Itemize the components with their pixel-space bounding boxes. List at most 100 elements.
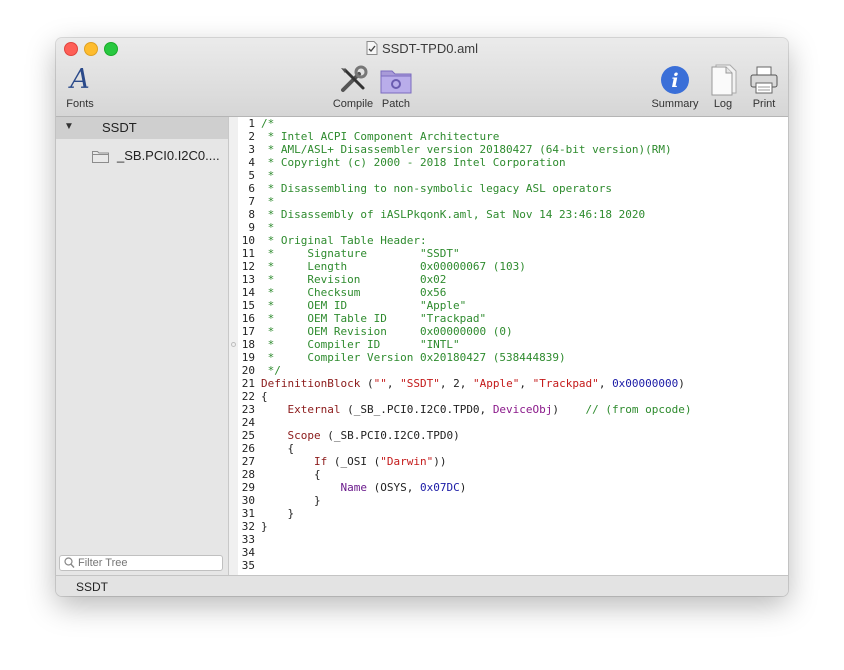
summary-label: Summary — [651, 98, 699, 110]
code-token: * Compiler ID "INTL" — [261, 338, 460, 351]
fonts-label: Fonts — [66, 98, 94, 110]
code-token: 0x00000000 — [612, 377, 679, 390]
line-text: * Compiler ID "INTL" — [255, 338, 460, 351]
line-number: 22 — [241, 390, 255, 403]
code-token: (_OSI ( — [327, 455, 381, 468]
code-line: 17 * OEM Revision 0x00000000 (0) — [238, 325, 692, 338]
line-text: { — [255, 468, 321, 481]
code-token: "" — [373, 377, 387, 390]
tools-icon — [328, 64, 378, 96]
disclosure-triangle-icon[interactable]: ▼ — [64, 121, 74, 132]
print-label: Print — [752, 98, 776, 110]
tree-item-scope[interactable]: _SB.PCI0.I2C0.... — [92, 148, 220, 166]
code-line: 3 * AML/ASL+ Disassembler version 201804… — [238, 143, 692, 156]
code-line: 12 * Length 0x00000067 (103) — [238, 260, 692, 273]
line-text: * OEM Table ID "Trackpad" — [255, 312, 487, 325]
code-token: External — [287, 403, 341, 416]
code-token: ) — [678, 377, 685, 390]
compile-button[interactable]: Compile — [328, 64, 378, 110]
code-token: * Signature "SSDT" — [261, 247, 460, 260]
line-number: 27 — [241, 455, 255, 468]
line-text — [255, 559, 261, 572]
code-token: */ — [261, 364, 281, 377]
filter-tree-input[interactable] — [78, 556, 218, 570]
line-number: 2 — [248, 130, 255, 143]
code-token: * Checksum 0x56 — [261, 286, 447, 299]
fonts-button[interactable]: A Fonts — [64, 64, 96, 110]
log-label: Log — [713, 98, 733, 110]
line-text: * Disassembling to non-symbolic legacy A… — [255, 182, 612, 195]
line-text: * — [255, 169, 275, 182]
log-button[interactable]: Log — [707, 64, 739, 110]
code-line: 34 — [238, 546, 692, 559]
split-view-divider[interactable] — [229, 117, 238, 575]
filter-tree-field[interactable] — [59, 555, 223, 571]
code-token: "Apple" — [472, 377, 520, 390]
code-token: If — [313, 455, 328, 468]
line-number: 17 — [241, 325, 255, 338]
print-button[interactable]: Print — [748, 64, 780, 110]
code-token: 0x07DC — [419, 481, 460, 494]
code-token: * Copyright (c) 2000 - 2018 Intel Corpor… — [261, 156, 566, 169]
search-icon — [64, 557, 75, 572]
tree-item-label: _SB.PCI0.I2C0.... — [117, 148, 220, 163]
line-number: 26 — [241, 442, 255, 455]
code-token: (_SB.PCI0.I2C0.TPD0) — [320, 429, 460, 442]
code-line: 28 { — [238, 468, 692, 481]
line-text: * Disassembly of iASLPkqonK.aml, Sat Nov… — [255, 208, 646, 221]
line-text: * OEM ID "Apple" — [255, 299, 467, 312]
code-line: 8 * Disassembly of iASLPkqonK.aml, Sat N… — [238, 208, 692, 221]
line-text: * Intel ACPI Component Architecture — [255, 130, 500, 143]
code-token: ( — [360, 377, 374, 390]
document-icon — [366, 41, 378, 55]
line-text: { — [255, 442, 294, 455]
window-title: SSDT-TPD0.aml — [56, 41, 788, 56]
line-text: If (_OSI ("Darwin")) — [255, 455, 446, 468]
line-text: * Revision 0x02 — [255, 273, 447, 286]
code-token: (_SB_.PCI0.I2C0.TPD0, — [340, 403, 493, 416]
code-editor[interactable]: 1/* 2 * Intel ACPI Component Architecture… — [238, 117, 788, 575]
code-token: * Compiler Version 0x20180427 (538444839… — [261, 351, 566, 364]
line-number: 7 — [248, 195, 255, 208]
line-number: 32 — [241, 520, 255, 533]
line-number: 24 — [241, 416, 255, 429]
code-token: DeviceObj — [492, 403, 553, 416]
code-token: , — [598, 377, 613, 390]
line-text — [255, 546, 261, 559]
app-window: SSDT-TPD0.aml A Fonts Compile Patch i Su… — [56, 38, 788, 596]
line-number: 11 — [241, 247, 255, 260]
line-number: 35 — [241, 559, 255, 572]
summary-button[interactable]: i Summary — [647, 64, 703, 110]
line-text — [255, 416, 261, 429]
printer-icon — [748, 64, 780, 96]
line-text: * — [255, 221, 275, 234]
code-token: , — [386, 377, 401, 390]
line-text — [255, 533, 261, 546]
code-line: 27 If (_OSI ("Darwin")) — [238, 455, 692, 468]
code-lines: 1/* 2 * Intel ACPI Component Architecture… — [238, 117, 692, 572]
code-line: 16 * OEM Table ID "Trackpad" — [238, 312, 692, 325]
line-number: 16 — [241, 312, 255, 325]
code-line: 11 * Signature "SSDT" — [238, 247, 692, 260]
code-line: 5 * — [238, 169, 692, 182]
code-token: } — [261, 520, 268, 533]
line-text: * Copyright (c) 2000 - 2018 Intel Corpor… — [255, 156, 566, 169]
line-number: 1 — [248, 117, 255, 130]
code-line: 9 * — [238, 221, 692, 234]
code-token: )) — [433, 455, 447, 468]
line-number: 8 — [248, 208, 255, 221]
line-text: * — [255, 195, 275, 208]
code-token: } — [261, 507, 295, 520]
code-token: ) — [552, 403, 586, 416]
line-text: } — [255, 494, 321, 507]
tree-root-row[interactable]: ▼ SSDT — [56, 117, 228, 139]
patch-button[interactable]: Patch — [377, 64, 415, 110]
code-token: Name — [340, 481, 367, 494]
divider-handle-icon[interactable] — [231, 342, 236, 347]
code-line: 20 */ — [238, 364, 692, 377]
tree-root-label: SSDT — [102, 120, 137, 135]
code-token: "Darwin" — [380, 455, 434, 468]
code-line: 4 * Copyright (c) 2000 - 2018 Intel Corp… — [238, 156, 692, 169]
